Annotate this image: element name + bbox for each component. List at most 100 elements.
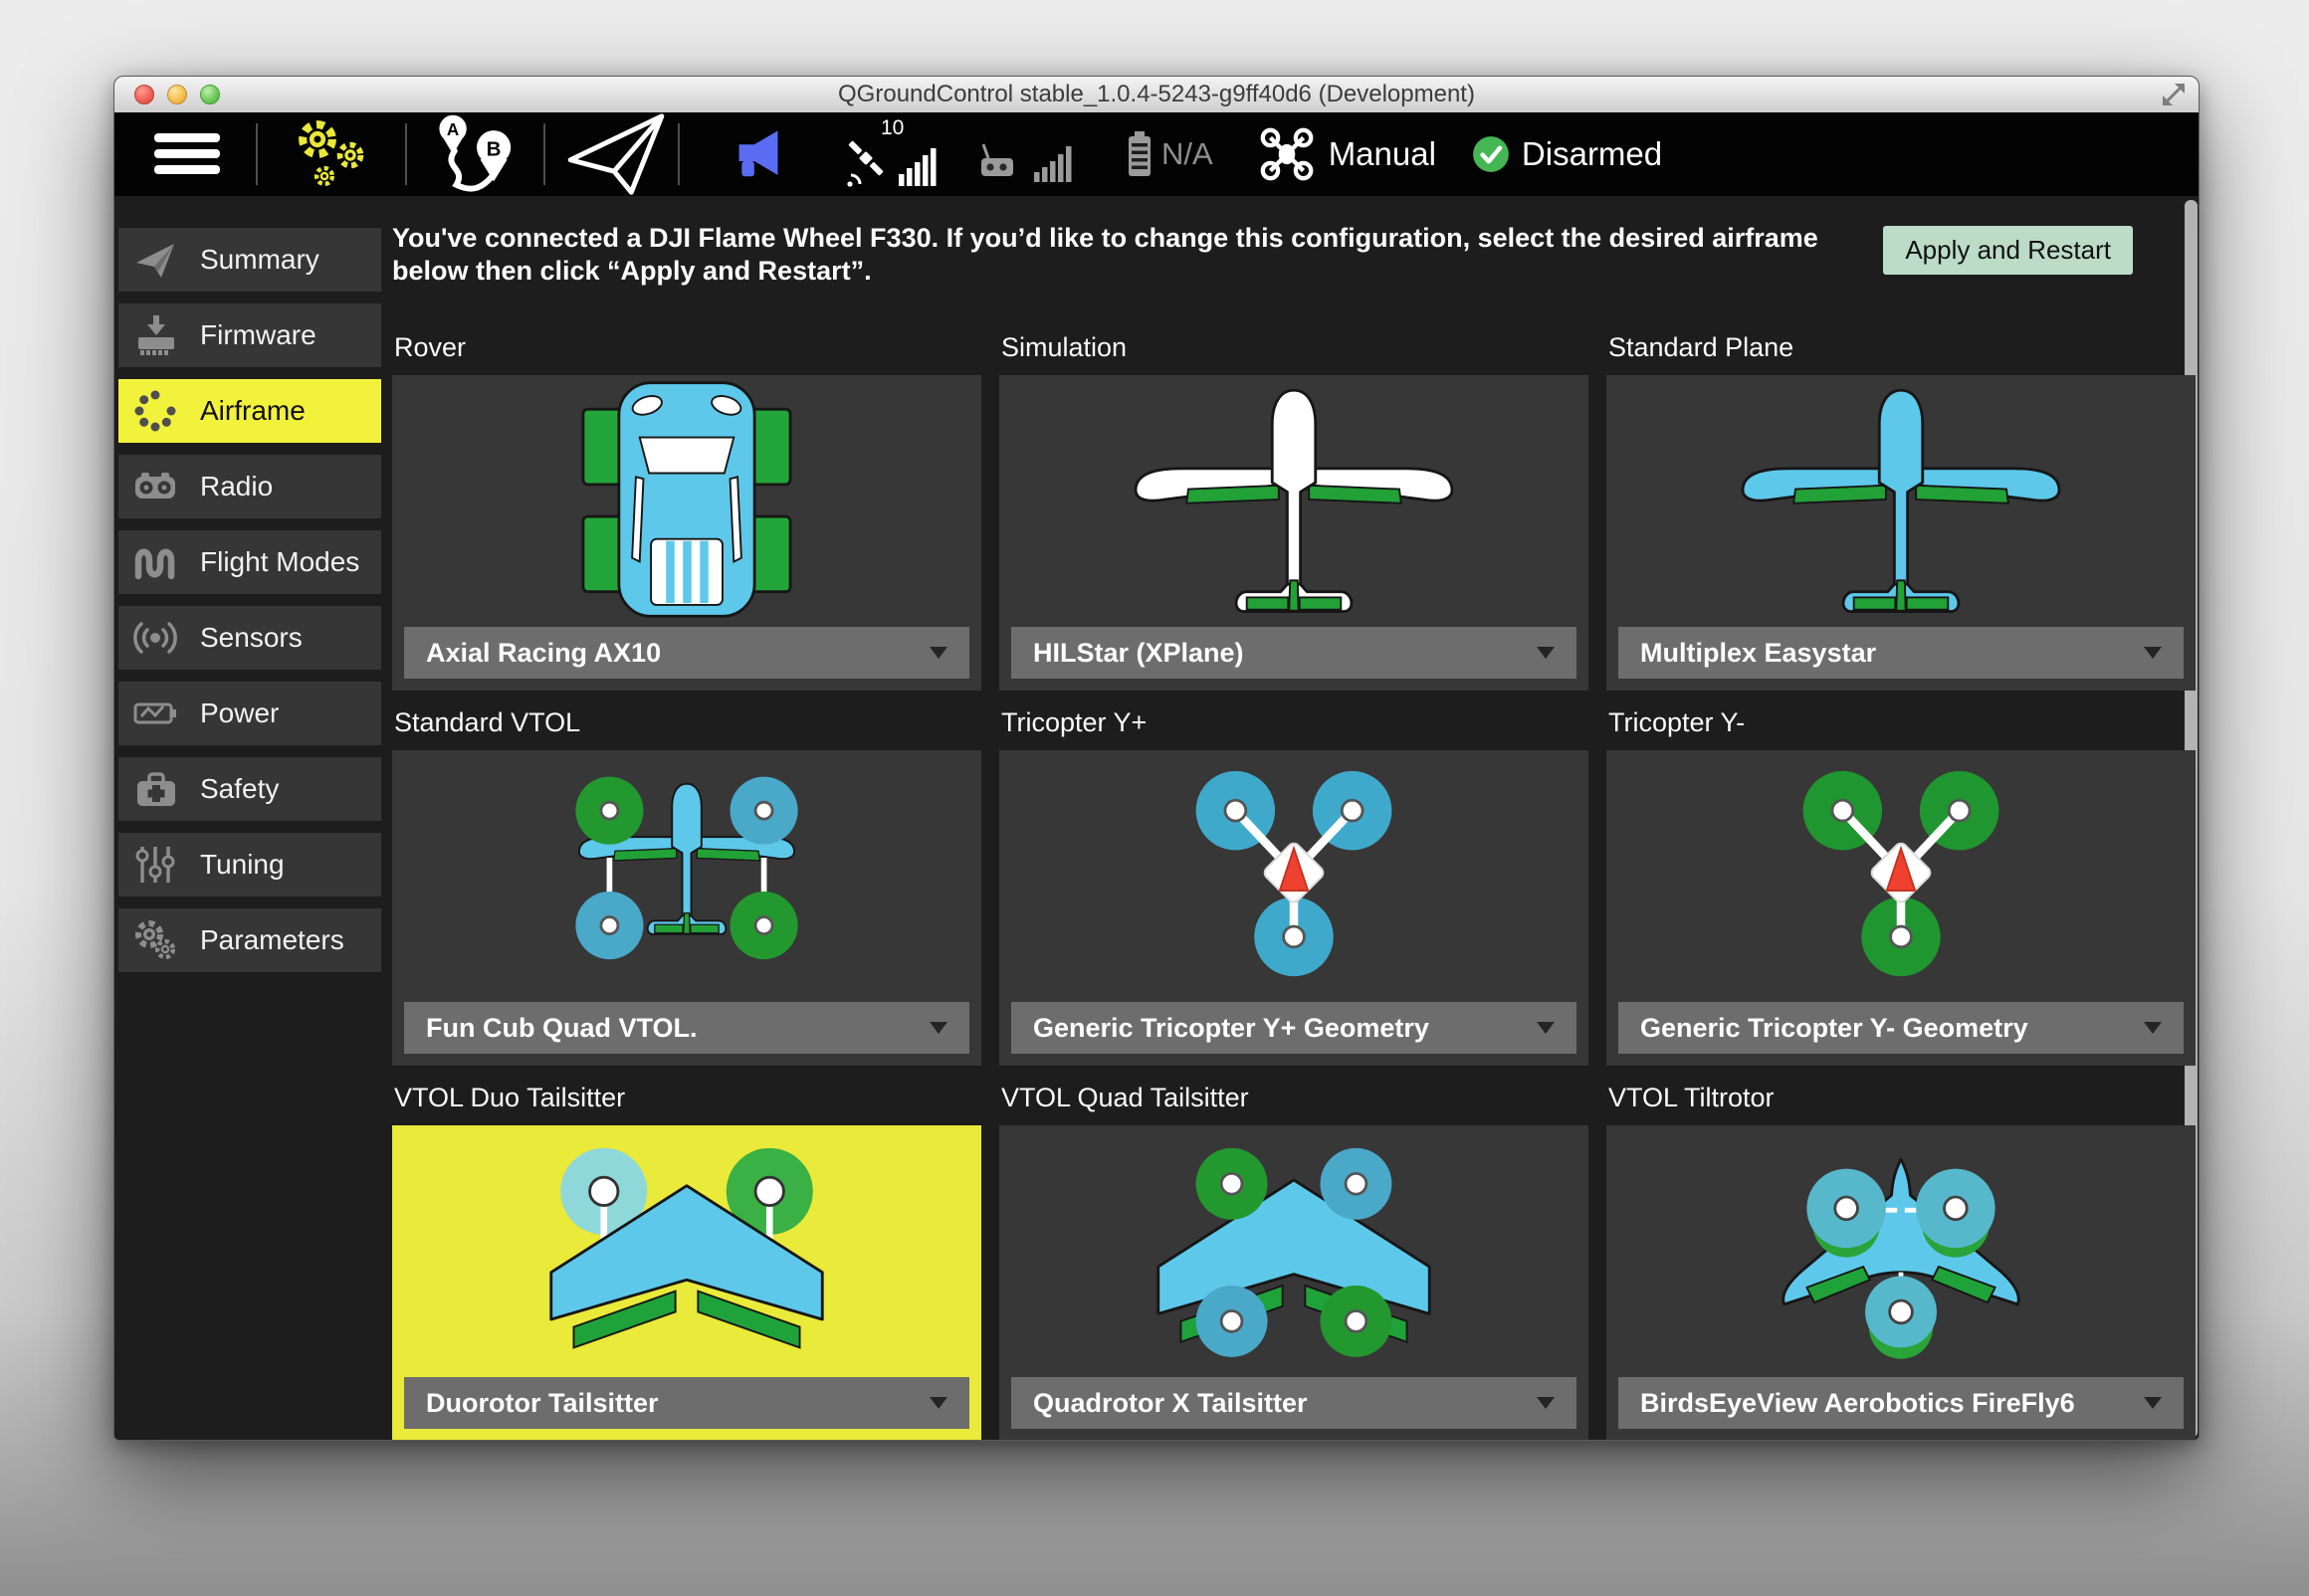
battery-status-label: N/A	[1161, 136, 1213, 172]
airframe-card-body[interactable]: Generic Tricopter Y- Geometry	[1606, 750, 2196, 1066]
dropdown-arrow-icon	[2144, 1022, 2162, 1034]
radio-icon	[132, 465, 178, 508]
sidebar-item-label: Flight Modes	[200, 546, 359, 578]
dropdown-arrow-icon	[2144, 1397, 2162, 1409]
airframe-card-vtol-tiltrotor: VTOL Tiltrotor	[1606, 1072, 2196, 1441]
airframe-category-label: Tricopter Y+	[1001, 708, 1588, 736]
sidebar-item-parameters[interactable]: Parameters	[118, 908, 381, 972]
toolbar-separator	[543, 123, 545, 185]
plan-route-icon: A B	[433, 113, 521, 195]
airframe-card-body[interactable]: Multiplex Easystar	[1606, 375, 2196, 691]
airframe-select-vtol-tiltrotor[interactable]: BirdsEyeView Aerobotics FireFly6	[1618, 1377, 2184, 1429]
dropdown-arrow-icon	[2144, 647, 2162, 659]
tiltrotor-graphic	[1606, 1125, 2196, 1374]
airframe-card-body-selected[interactable]: Duorotor Tailsitter	[392, 1125, 981, 1441]
simulation-plane-graphic	[999, 375, 1588, 624]
apply-and-restart-button[interactable]: Apply and Restart	[1883, 226, 2133, 275]
airframe-category-label: Tricopter Y-	[1608, 708, 2196, 736]
gps-satellite-icon	[841, 140, 891, 188]
rc-rssi-indicator[interactable]	[976, 122, 1072, 186]
app-window: QGroundControl stable_1.0.4-5243-g9ff40d…	[113, 76, 2200, 1441]
quad-tailsitter-graphic	[999, 1125, 1588, 1374]
power-battery-icon	[132, 692, 178, 735]
parameters-gears-icon	[132, 918, 178, 962]
zoom-window-button[interactable]	[200, 85, 220, 104]
setup-gears-icon	[291, 115, 374, 193]
sidebar-item-power[interactable]: Power	[118, 682, 381, 745]
flight-mode-label: Manual	[1329, 135, 1436, 173]
rc-transmitter-icon	[976, 138, 1020, 182]
battery-status-indicator[interactable]: N/A	[1122, 129, 1213, 179]
dropdown-arrow-icon	[930, 647, 947, 659]
tuning-sliders-icon	[132, 843, 178, 887]
sidebar-item-airframe[interactable]: Airframe	[118, 379, 381, 443]
sidebar-item-label: Airframe	[200, 395, 306, 427]
airframe-select-standard-vtol[interactable]: Fun Cub Quad VTOL.	[404, 1002, 969, 1054]
airframe-card-body[interactable]: Axial Racing AX10	[392, 375, 981, 691]
sidebar-item-firmware[interactable]: Firmware	[118, 303, 381, 367]
airframe-select-standard-plane[interactable]: Multiplex Easystar	[1618, 627, 2184, 679]
sidebar-item-tuning[interactable]: Tuning	[118, 833, 381, 897]
sidebar-item-label: Parameters	[200, 924, 344, 956]
duo-tailsitter-graphic	[392, 1125, 981, 1374]
airframe-card-vtol-quad-tailsitter: VTOL Quad Tailsitter	[999, 1072, 1588, 1441]
airframe-select-vtol-duo-tailsitter[interactable]: Duorotor Tailsitter	[404, 1377, 969, 1429]
airframe-select-simulation[interactable]: HILStar (XPlane)	[1011, 627, 1576, 679]
airframe-card-body[interactable]: Quadrotor X Tailsitter	[999, 1125, 1588, 1441]
battery-icon	[1122, 129, 1157, 179]
gps-signal-bars-icon	[899, 146, 937, 186]
window-controls	[134, 85, 220, 104]
sidebar-item-label: Tuning	[200, 849, 285, 881]
fly-view-button[interactable]	[561, 112, 671, 196]
airframe-category-label: Standard Plane	[1608, 333, 2196, 361]
airframe-category-label: Rover	[394, 333, 981, 361]
rover-graphic	[392, 375, 981, 624]
sidebar-item-label: Firmware	[200, 319, 316, 351]
airframe-card-body[interactable]: Fun Cub Quad VTOL.	[392, 750, 981, 1066]
armed-status-indicator[interactable]: Disarmed	[1472, 135, 1662, 173]
standard-plane-graphic	[1606, 375, 2196, 624]
sidebar-item-label: Summary	[200, 244, 319, 276]
setup-view-button[interactable]	[291, 115, 374, 193]
airframe-card-body[interactable]: Generic Tricopter Y+ Geometry	[999, 750, 1588, 1066]
armed-status-label: Disarmed	[1522, 135, 1662, 173]
sidebar-item-flight-modes[interactable]: Flight Modes	[118, 530, 381, 594]
main-toolbar: A B 10	[114, 112, 2199, 196]
airframe-card-standard-vtol: Standard VTOL Fun Cub	[392, 697, 981, 1066]
setup-view: Summary Firmware Airframe Radio	[114, 196, 2199, 1440]
dropdown-arrow-icon	[1537, 647, 1555, 659]
airframe-dots-icon	[132, 389, 178, 433]
setup-sidebar: Summary Firmware Airframe Radio	[118, 228, 381, 984]
minimize-window-button[interactable]	[167, 85, 187, 104]
messages-indicator[interactable]	[734, 127, 783, 181]
airframe-category-label: VTOL Duo Tailsitter	[394, 1084, 981, 1111]
airframe-select-rover[interactable]: Axial Racing AX10	[404, 627, 969, 679]
airframe-select-tricopter-y-minus[interactable]: Generic Tricopter Y- Geometry	[1618, 1002, 2184, 1054]
airframe-card-body[interactable]: HILStar (XPlane)	[999, 375, 1588, 691]
airframe-card-tricopter-y-minus: Tricopter Y- Generic Tricopter Y- Geomet…	[1606, 697, 2196, 1066]
safety-kit-icon	[132, 767, 178, 811]
dropdown-arrow-icon	[930, 1022, 947, 1034]
multirotor-icon	[1259, 126, 1315, 182]
sidebar-item-radio[interactable]: Radio	[118, 455, 381, 518]
airframe-category-label: VTOL Tiltrotor	[1608, 1084, 2196, 1111]
connected-airframe-message: You've connected a DJI Flame Wheel F330.…	[392, 222, 1883, 288]
airframe-category-label: Standard VTOL	[394, 708, 981, 736]
sidebar-item-summary[interactable]: Summary	[118, 228, 381, 292]
airframe-grid: Rover	[392, 321, 2196, 1441]
airframe-select-tricopter-y-plus[interactable]: Generic Tricopter Y+ Geometry	[1011, 1002, 1576, 1054]
paper-plane-icon	[132, 238, 178, 282]
fullscreen-resize-icon[interactable]	[2161, 82, 2187, 107]
sidebar-item-sensors[interactable]: Sensors	[118, 606, 381, 670]
rc-signal-bars-icon	[1034, 142, 1072, 182]
close-window-button[interactable]	[134, 85, 154, 104]
flight-mode-indicator[interactable]: Manual	[1259, 126, 1436, 182]
sidebar-item-safety[interactable]: Safety	[118, 757, 381, 821]
menu-button[interactable]	[150, 131, 224, 177]
airframe-card-body[interactable]: BirdsEyeView Aerobotics FireFly6	[1606, 1125, 2196, 1441]
airframe-card-tricopter-y-plus: Tricopter Y+ Generic Tricopter Y+ Geomet…	[999, 697, 1588, 1066]
gps-status-indicator[interactable]: 10	[841, 118, 937, 190]
airframe-setup-panel: You've connected a DJI Flame Wheel F330.…	[392, 196, 2185, 1440]
airframe-select-vtol-quad-tailsitter[interactable]: Quadrotor X Tailsitter	[1011, 1377, 1576, 1429]
plan-view-button[interactable]: A B	[433, 113, 521, 195]
